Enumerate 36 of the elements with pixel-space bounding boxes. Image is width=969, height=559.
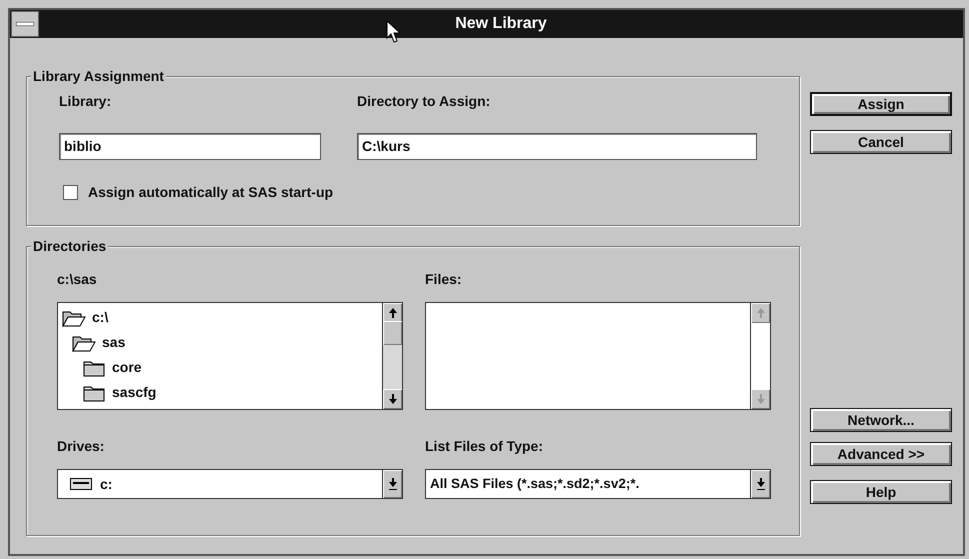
down-arrow-icon [388, 394, 396, 404]
folder-item[interactable]: sascfg [62, 380, 378, 405]
window-title: New Library [455, 15, 547, 32]
folder-item[interactable]: sas [62, 330, 378, 355]
library-field[interactable]: biblio [59, 133, 321, 160]
dialog-button[interactable]: Help [810, 480, 952, 504]
current-path: c:\sas [57, 271, 97, 287]
up-arrow-icon [388, 308, 396, 318]
file-type-dropdown[interactable]: All SAS Files (*.sas;*.sd2;*.sv2;*. [425, 469, 771, 499]
system-menu-button[interactable] [11, 11, 39, 37]
system-menu-icon [16, 22, 34, 26]
field-label: Drives: [57, 438, 104, 454]
files-list[interactable] [425, 302, 771, 410]
dialog-button[interactable]: Cancel [810, 130, 952, 154]
dropdown-arrow-icon [756, 478, 764, 490]
checkbox[interactable] [63, 185, 78, 200]
down-arrow-icon [756, 394, 764, 404]
dialog-button[interactable]: Advanced >> [810, 442, 952, 466]
dropdown-arrow-icon [388, 478, 396, 490]
dialog-button[interactable]: Assign [810, 92, 952, 116]
up-arrow-icon [756, 308, 764, 318]
directory-field[interactable]: C:\kurs [357, 133, 757, 160]
mouse-pointer-icon [386, 20, 402, 44]
directory-list[interactable]: c:\ sas core sascfg [57, 302, 403, 410]
field-label: Files: [425, 271, 462, 287]
checkbox-label: Assign automatically at SAS start-up [88, 183, 334, 202]
scroll-thumb[interactable] [383, 321, 402, 345]
drive-icon [70, 478, 92, 490]
folder-item[interactable]: c:\ [62, 305, 378, 330]
field-label: Library: [59, 93, 112, 109]
field-label: List Files of Type: [425, 438, 543, 454]
field-label: Directory to Assign: [357, 93, 490, 109]
folder-item[interactable]: core [62, 355, 378, 380]
drives-dropdown[interactable]: c: [57, 469, 403, 499]
dialog-button[interactable]: Network... [810, 408, 952, 432]
scrollbar[interactable] [382, 303, 402, 409]
